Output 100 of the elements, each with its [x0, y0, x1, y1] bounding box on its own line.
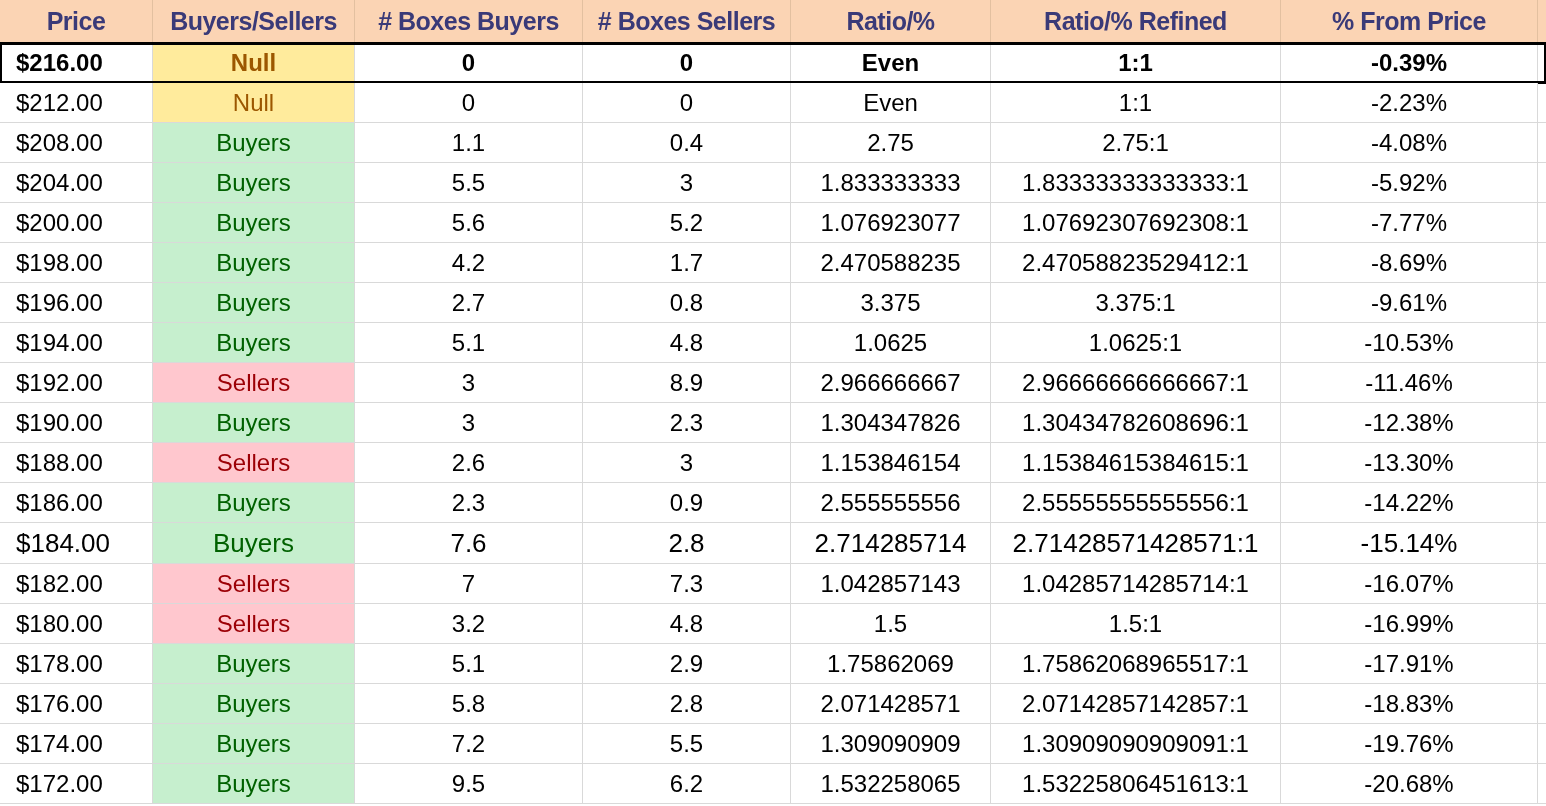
table-cell: 2.714285714 — [791, 523, 991, 564]
table-cell: -5.92% — [1281, 163, 1538, 203]
table-cell: -17.91% — [1281, 644, 1538, 684]
table-cell: 1.042857143 — [791, 564, 991, 604]
column-header: Price — [0, 0, 153, 43]
table-cell: $198.00 — [0, 243, 153, 283]
table-cell: 1.7 — [583, 243, 791, 283]
table-cell: -9.61% — [1281, 283, 1538, 323]
table-cell: $204.00 — [0, 163, 153, 203]
table-cell: 2.75:1 — [991, 123, 1281, 163]
table-cell: $172.00 — [0, 764, 153, 804]
status-cell: Buyers — [153, 123, 355, 163]
table-cell: 1.53225806451613:1 — [991, 764, 1281, 804]
status-cell: Buyers — [153, 323, 355, 363]
table-cell: Even — [791, 83, 991, 123]
table-cell: 1.532258065 — [791, 764, 991, 804]
table-cell: 5.5 — [355, 163, 583, 203]
table-cell: 0.8 — [583, 283, 791, 323]
table-cell: 1.076923077 — [791, 203, 991, 243]
table-cell: 7.3 — [583, 564, 791, 604]
table-cell: 7.6 — [355, 523, 583, 564]
table-cell: -18.83% — [1281, 684, 1538, 724]
table-cell: 9.5 — [355, 764, 583, 804]
table-cell: 1.75862068965517:1 — [991, 644, 1281, 684]
table-cell: 0 — [355, 83, 583, 123]
table-cell: 8.9 — [583, 363, 791, 403]
table-cell: 3 — [355, 363, 583, 403]
column-header: Buyers/Sellers — [153, 0, 355, 43]
table-cell: -12.38% — [1281, 403, 1538, 443]
table-cell: 1.30434782608696:1 — [991, 403, 1281, 443]
table-cell: 2.8 — [583, 523, 791, 564]
table-cell: 2.470588235 — [791, 243, 991, 283]
table-cell: $178.00 — [0, 644, 153, 684]
table-cell: 2.6 — [355, 443, 583, 483]
table-cell: 4.2 — [355, 243, 583, 283]
table-cell: $208.00 — [0, 123, 153, 163]
table-cell: $184.00 — [0, 523, 153, 564]
column-header: # Boxes Buyers — [355, 0, 583, 43]
table-cell: 5.1 — [355, 323, 583, 363]
table-cell: $182.00 — [0, 564, 153, 604]
table-cell: 1.0625:1 — [991, 323, 1281, 363]
table-cell: 3.375 — [791, 283, 991, 323]
table-cell: -13.30% — [1281, 443, 1538, 483]
table-cell: 2.071428571 — [791, 684, 991, 724]
table-cell: $212.00 — [0, 83, 153, 123]
table-cell: 1.75862069 — [791, 644, 991, 684]
table-cell: -8.69% — [1281, 243, 1538, 283]
table-cell: 2.7 — [355, 283, 583, 323]
column-header: Ratio/% Refined — [991, 0, 1281, 43]
table-cell: 1.833333333 — [791, 163, 991, 203]
table-cell: 1.15384615384615:1 — [991, 443, 1281, 483]
status-cell: Buyers — [153, 523, 355, 564]
status-cell: Buyers — [153, 403, 355, 443]
status-cell: Null — [153, 83, 355, 123]
table-cell: $174.00 — [0, 724, 153, 764]
status-cell: Buyers — [153, 203, 355, 243]
table-cell: -2.23% — [1281, 83, 1538, 123]
table-cell: 2.966666667 — [791, 363, 991, 403]
column-header: % From Price — [1281, 0, 1538, 43]
table-cell: $188.00 — [0, 443, 153, 483]
table-cell: 1.07692307692308:1 — [991, 203, 1281, 243]
table-cell: 3 — [583, 443, 791, 483]
table-cell: 1.309090909 — [791, 724, 991, 764]
table-cell: -19.76% — [1281, 724, 1538, 764]
table-cell: 1.5 — [791, 604, 991, 644]
table-cell: 4.8 — [583, 323, 791, 363]
status-cell: Buyers — [153, 724, 355, 764]
status-cell: Buyers — [153, 483, 355, 523]
table-cell: 2.555555556 — [791, 483, 991, 523]
status-cell: Buyers — [153, 163, 355, 203]
table-cell: 2.3 — [583, 403, 791, 443]
status-cell: Buyers — [153, 644, 355, 684]
table-cell: 2.07142857142857:1 — [991, 684, 1281, 724]
table-cell: $196.00 — [0, 283, 153, 323]
status-cell: Sellers — [153, 363, 355, 403]
table-cell: -10.53% — [1281, 323, 1538, 363]
table-cell: -20.68% — [1281, 764, 1538, 804]
table-cell: 5.8 — [355, 684, 583, 724]
table-cell: -4.08% — [1281, 123, 1538, 163]
table-cell: 1.304347826 — [791, 403, 991, 443]
table-cell: 5.6 — [355, 203, 583, 243]
table-cell: 3.375:1 — [991, 283, 1281, 323]
status-cell: Null — [153, 43, 355, 83]
table-cell: 2.75 — [791, 123, 991, 163]
table-cell: 3 — [355, 403, 583, 443]
table-cell: 1.1 — [355, 123, 583, 163]
table-cell: $186.00 — [0, 483, 153, 523]
table-cell: 1:1 — [991, 83, 1281, 123]
status-cell: Sellers — [153, 604, 355, 644]
table-cell: 2.96666666666667:1 — [991, 363, 1281, 403]
table-cell: 1.0625 — [791, 323, 991, 363]
status-cell: Sellers — [153, 564, 355, 604]
empty-header-cell — [1538, 0, 1546, 43]
status-cell: Buyers — [153, 283, 355, 323]
table-cell: 0.4 — [583, 123, 791, 163]
table-cell: 2.55555555555556:1 — [991, 483, 1281, 523]
table-cell: $190.00 — [0, 403, 153, 443]
table-cell: 5.5 — [583, 724, 791, 764]
table-cell: 0 — [583, 83, 791, 123]
status-cell: Buyers — [153, 684, 355, 724]
